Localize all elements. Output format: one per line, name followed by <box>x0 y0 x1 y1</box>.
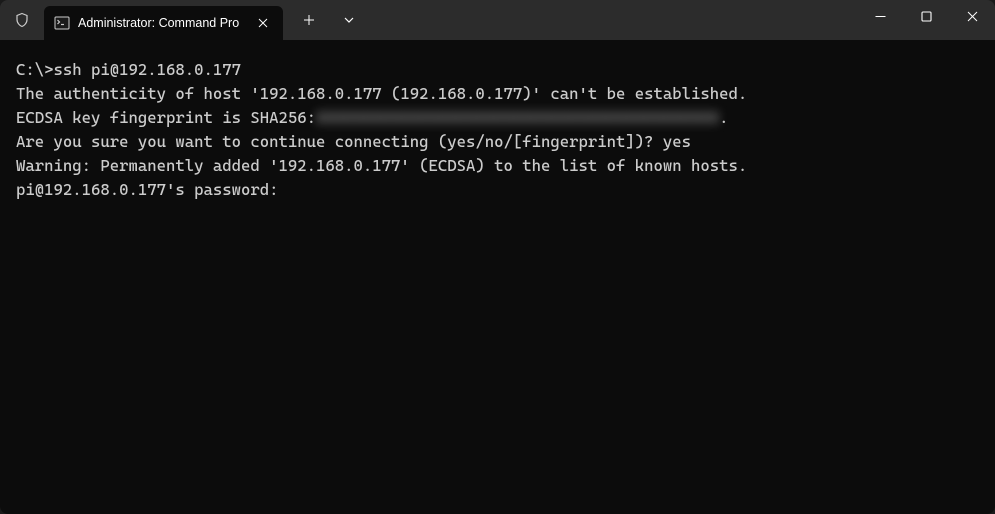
minimize-icon <box>875 11 886 22</box>
terminal-line: ECDSA key fingerprint is SHA256:XXXXXXXX… <box>16 106 979 130</box>
prompt: C:\> <box>16 60 54 79</box>
plus-icon <box>303 14 315 26</box>
window-close-button[interactable] <box>949 0 995 32</box>
shield-icon <box>14 12 30 28</box>
tab-title: Administrator: Command Pro <box>78 16 239 30</box>
terminal-line: Are you sure you want to continue connec… <box>16 130 979 154</box>
chevron-down-icon <box>343 14 355 26</box>
redacted-fingerprint: XXXXXXXXXXXXXXXXXXXXXXXXXXXXXXXXXXXXXXXX… <box>316 106 719 130</box>
terminal-line: pi@192.168.0.177's password: <box>16 178 979 202</box>
tab-dropdown-button[interactable] <box>331 4 367 36</box>
titlebar: Administrator: Command Pro <box>0 0 995 40</box>
command-text: ssh pi@192.168.0.177 <box>54 60 242 79</box>
output-text: ECDSA key fingerprint is SHA256: <box>16 108 316 127</box>
shield-icon-area <box>0 0 44 40</box>
output-text: . <box>719 108 728 127</box>
close-icon <box>967 11 978 22</box>
maximize-icon <box>921 11 932 22</box>
terminal-line: C:\>ssh pi@192.168.0.177 <box>16 58 979 82</box>
terminal-line: The authenticity of host '192.168.0.177 … <box>16 82 979 106</box>
tab-close-button[interactable] <box>253 13 273 33</box>
window-controls <box>857 0 995 40</box>
terminal-line: Warning: Permanently added '192.168.0.17… <box>16 154 979 178</box>
close-icon <box>258 18 268 28</box>
active-tab[interactable]: Administrator: Command Pro <box>44 6 283 40</box>
minimize-button[interactable] <box>857 0 903 32</box>
terminal-icon <box>54 15 70 31</box>
terminal-output[interactable]: C:\>ssh pi@192.168.0.177 The authenticit… <box>0 40 995 514</box>
titlebar-actions <box>283 0 367 40</box>
maximize-button[interactable] <box>903 0 949 32</box>
new-tab-button[interactable] <box>291 4 327 36</box>
